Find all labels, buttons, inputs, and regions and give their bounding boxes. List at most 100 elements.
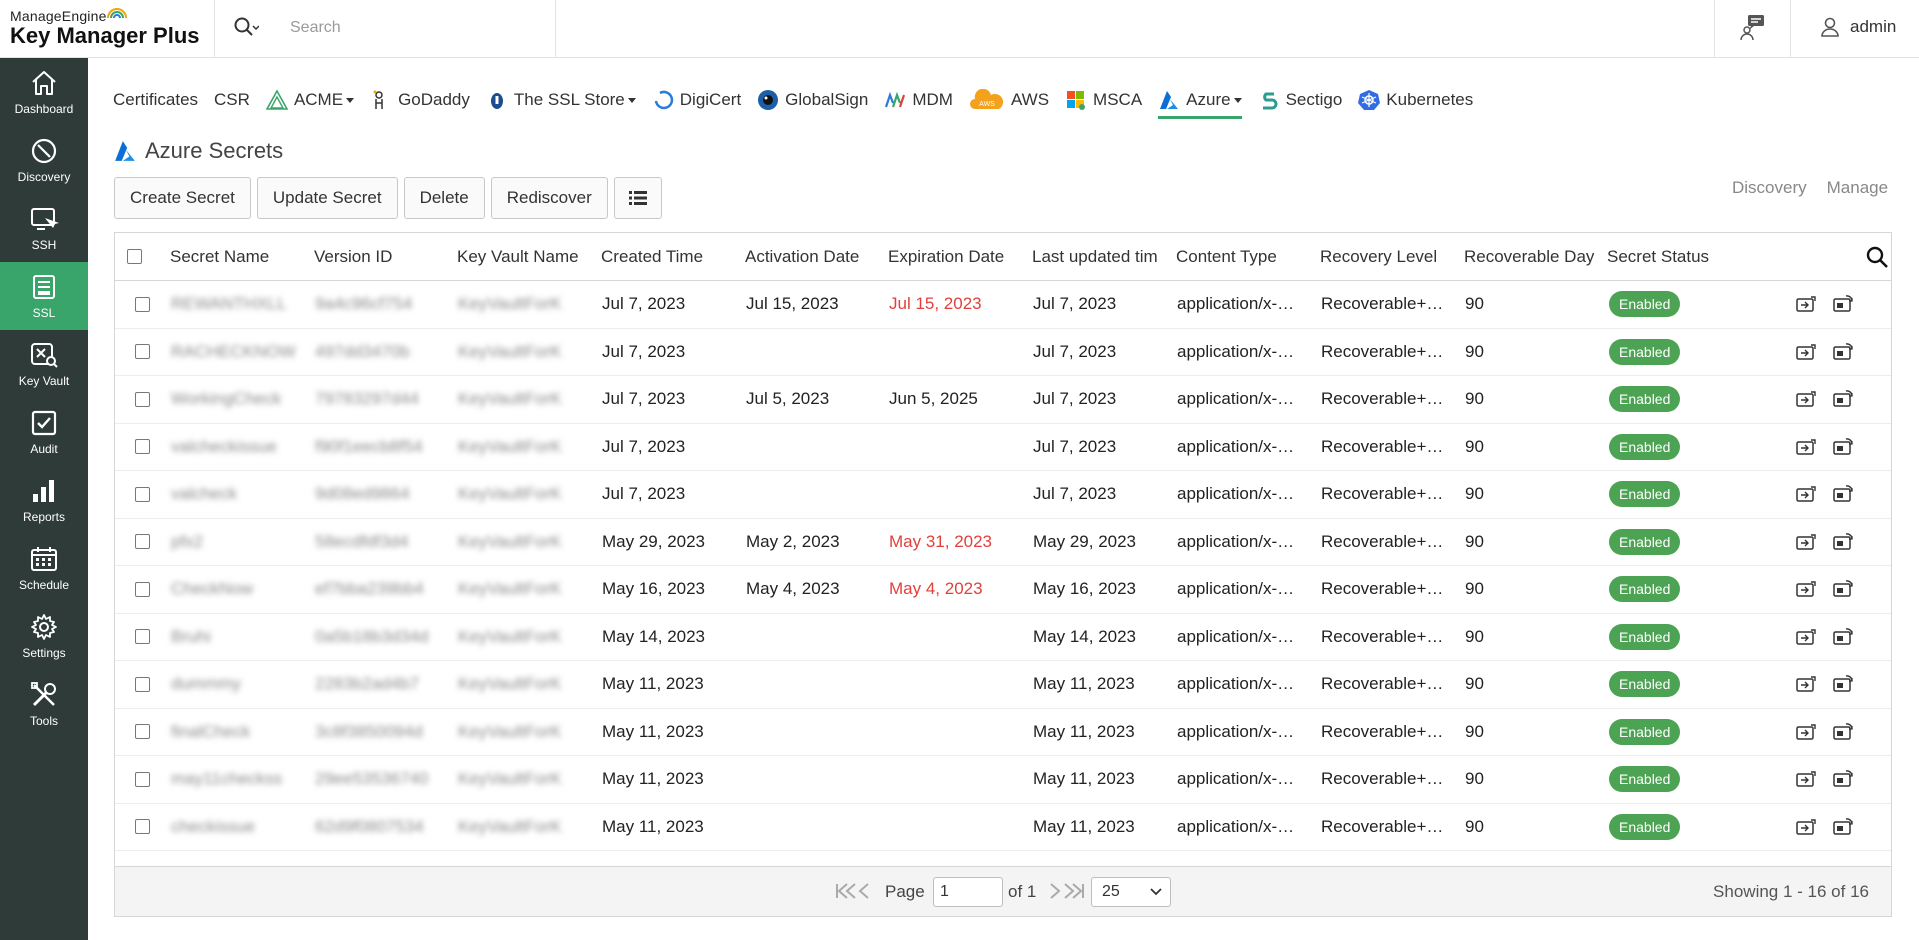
- create-secret-button[interactable]: Create Secret: [114, 177, 251, 219]
- sidebar-item-discovery[interactable]: Discovery: [0, 126, 88, 194]
- tab-aws[interactable]: AWS AWS: [969, 81, 1049, 119]
- view-secret-icon[interactable]: [1796, 533, 1818, 551]
- table-row[interactable]: valcheck 9d08ed9864 KeyVaultForK Jul 7, 202…: [115, 471, 1891, 519]
- tab-msca[interactable]: MSCA: [1065, 81, 1142, 119]
- tab-the-ssl-store[interactable]: The SSL Store: [486, 81, 636, 119]
- sidebar-item-audit[interactable]: Audit: [0, 398, 88, 466]
- row-checkbox[interactable]: [135, 296, 150, 312]
- sidebar-item-ssl[interactable]: SSL: [0, 262, 88, 330]
- renew-secret-icon[interactable]: [1833, 580, 1855, 598]
- column-header[interactable]: Created Time: [601, 233, 741, 280]
- search-icon[interactable]: [233, 16, 259, 38]
- table-row[interactable]: CheckNow ef7bba239bb4 KeyVaultForK May 16, …: [115, 566, 1891, 614]
- announcement-icon[interactable]: [1738, 12, 1768, 42]
- column-header[interactable]: Secret Status: [1607, 233, 1747, 280]
- row-checkbox[interactable]: [135, 771, 150, 787]
- tab-globalsign[interactable]: GlobalSign: [757, 81, 868, 119]
- tab-csr[interactable]: CSR: [214, 81, 250, 119]
- view-secret-icon[interactable]: [1796, 390, 1818, 408]
- table-row[interactable]: checkissue 62d9f0807534 KeyVaultForK May 11…: [115, 804, 1891, 851]
- table-row[interactable]: finalCheck 3c8f3850094d KeyVaultForK May 11…: [115, 709, 1891, 756]
- table-row[interactable]: pfx2 58ecdfdf3d4 KeyVaultForK May 29, 2023 M…: [115, 519, 1891, 566]
- delete-button[interactable]: Delete: [403, 177, 485, 219]
- table-row[interactable]: Bruhi 0a5b18b3d34d KeyVaultForK May 14, 202…: [115, 614, 1891, 661]
- renew-secret-icon[interactable]: [1833, 342, 1855, 361]
- tab-digicert[interactable]: DigiCert: [652, 81, 741, 119]
- row-checkbox[interactable]: [135, 724, 150, 740]
- row-checkbox[interactable]: [135, 534, 150, 550]
- column-header[interactable]: Expiration Date: [888, 233, 1028, 280]
- manage-link[interactable]: Manage: [1827, 178, 1888, 198]
- column-header[interactable]: Recoverable Day: [1464, 233, 1594, 280]
- table-row[interactable]: may11checkss 29ee53536740 KeyVaultForK May …: [115, 756, 1891, 804]
- sidebar-item-reports[interactable]: Reports: [0, 466, 88, 534]
- table-row[interactable]: RACHECKNOW 497dd3470b KeyVaultForK Jul 7, 2…: [115, 329, 1891, 376]
- row-checkbox[interactable]: [135, 676, 150, 692]
- next-last-page-icon[interactable]: [1047, 882, 1085, 900]
- view-secret-icon[interactable]: [1796, 295, 1818, 313]
- user-menu[interactable]: admin: [1820, 14, 1896, 40]
- table-row[interactable]: REWANTHXLL 9a4c96cf754 KeyVaultForK Jul 7, …: [115, 281, 1891, 329]
- tab-sectigo[interactable]: Sectigo: [1258, 81, 1342, 119]
- column-header[interactable]: Activation Date: [745, 233, 885, 280]
- view-secret-icon[interactable]: [1796, 580, 1818, 598]
- update-secret-button[interactable]: Update Secret: [256, 177, 398, 219]
- page-number-input[interactable]: [933, 877, 1003, 907]
- renew-secret-icon[interactable]: [1833, 390, 1855, 408]
- table-row[interactable]: dummmy 2283b2ad4b7 KeyVaultForK May 11, 202…: [115, 661, 1891, 709]
- row-checkbox[interactable]: [135, 439, 150, 455]
- view-secret-icon[interactable]: [1796, 770, 1818, 788]
- row-checkbox[interactable]: [135, 819, 150, 835]
- tab-azure[interactable]: Azure: [1158, 81, 1243, 119]
- view-secret-icon[interactable]: [1796, 438, 1818, 456]
- rows-per-page-select[interactable]: 25: [1091, 877, 1171, 907]
- row-checkbox[interactable]: [135, 486, 150, 502]
- renew-secret-icon[interactable]: [1833, 627, 1855, 646]
- renew-secret-icon[interactable]: [1833, 675, 1855, 693]
- column-header[interactable]: Recovery Level: [1320, 233, 1460, 280]
- brand-logo[interactable]: ManageEngine Key Manager Plus: [10, 8, 210, 49]
- renew-secret-icon[interactable]: [1833, 295, 1855, 313]
- first-prev-page-icon[interactable]: [835, 882, 873, 900]
- table-row[interactable]: valcheckissue f90f1eecb8f54 KeyVaultForK Ju…: [115, 424, 1891, 471]
- sidebar-item-settings[interactable]: Settings: [0, 602, 88, 670]
- global-search-input[interactable]: [276, 12, 546, 44]
- sidebar-item-dashboard[interactable]: Dashboard: [0, 58, 88, 126]
- table-row[interactable]: WorkingCheck 79783297d44 KeyVaultForK Jul 7…: [115, 376, 1891, 424]
- sidebar-item-ssh[interactable]: SSH: [0, 194, 88, 262]
- row-checkbox[interactable]: [135, 581, 150, 597]
- column-chooser-button[interactable]: [613, 177, 662, 219]
- select-all-checkbox[interactable]: [127, 249, 142, 264]
- tab-godaddy[interactable]: GoDaddy: [370, 81, 470, 119]
- renew-secret-icon[interactable]: [1833, 532, 1855, 551]
- renew-secret-icon[interactable]: [1833, 817, 1855, 836]
- tab-mdm[interactable]: MDM: [884, 81, 953, 119]
- view-secret-icon[interactable]: [1796, 675, 1818, 693]
- row-checkbox[interactable]: [135, 629, 150, 645]
- view-secret-icon[interactable]: [1796, 723, 1818, 741]
- table-search-icon[interactable]: [1865, 245, 1889, 269]
- column-header[interactable]: Secret Name: [170, 233, 310, 280]
- renew-secret-icon[interactable]: [1833, 437, 1855, 456]
- renew-secret-icon[interactable]: [1833, 770, 1855, 788]
- tab-kubernetes[interactable]: Kubernetes: [1358, 81, 1473, 119]
- view-secret-icon[interactable]: [1796, 343, 1818, 361]
- renew-secret-icon[interactable]: [1833, 485, 1855, 503]
- tab-certificates[interactable]: Certificates: [113, 81, 198, 119]
- sidebar-item-key-vault[interactable]: Key Vault: [0, 330, 88, 398]
- column-header[interactable]: Last updated tim: [1032, 233, 1162, 280]
- sidebar-item-tools[interactable]: Tools: [0, 670, 88, 738]
- column-header[interactable]: Version ID: [314, 233, 454, 280]
- sidebar-item-schedule[interactable]: Schedule: [0, 534, 88, 602]
- tab-acme[interactable]: ACME: [265, 81, 355, 119]
- discovery-link[interactable]: Discovery: [1732, 178, 1807, 198]
- row-checkbox[interactable]: [135, 344, 150, 360]
- rediscover-button[interactable]: Rediscover: [490, 177, 608, 219]
- column-header[interactable]: Key Vault Name: [457, 233, 597, 280]
- row-checkbox[interactable]: [135, 391, 150, 407]
- view-secret-icon[interactable]: [1796, 818, 1818, 836]
- view-secret-icon[interactable]: [1796, 485, 1818, 503]
- renew-secret-icon[interactable]: [1833, 722, 1855, 741]
- column-header[interactable]: Content Type: [1176, 233, 1316, 280]
- view-secret-icon[interactable]: [1796, 628, 1818, 646]
